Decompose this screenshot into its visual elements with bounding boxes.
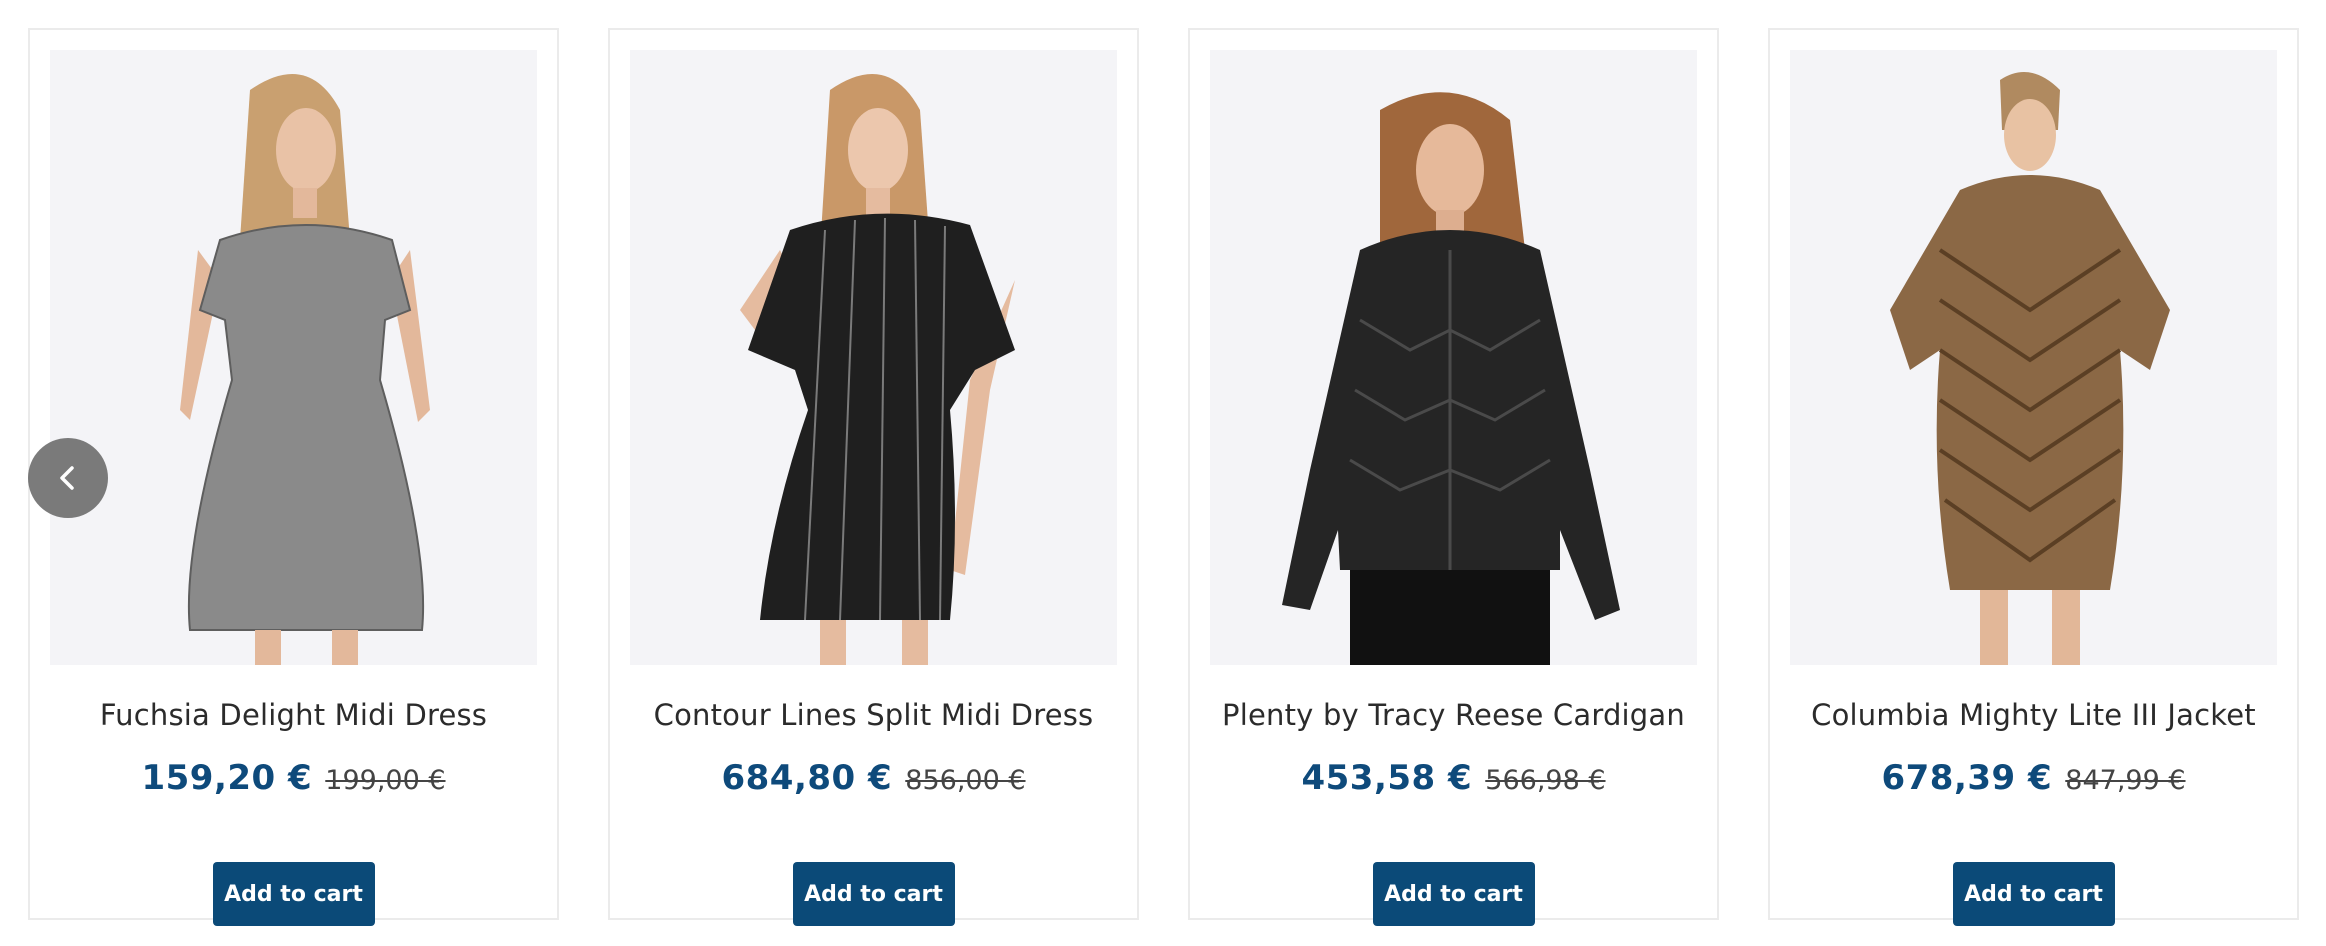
add-to-cart-button[interactable]: Add to cart bbox=[212, 862, 375, 926]
add-to-cart-button[interactable]: Add to cart bbox=[1372, 862, 1535, 926]
product-title[interactable]: Plenty by Tracy Reese Cardigan bbox=[1190, 698, 1717, 732]
jacket-image bbox=[1210, 50, 1697, 665]
product-card: Plenty by Tracy Reese Cardigan 453,58 € … bbox=[1188, 28, 1719, 926]
fur-coat-image bbox=[1790, 50, 2277, 665]
original-price: 566,98 € bbox=[1485, 765, 1606, 796]
dress-image bbox=[50, 50, 537, 665]
carousel-prev-button[interactable] bbox=[28, 438, 108, 518]
product-image[interactable] bbox=[630, 50, 1117, 665]
sale-price: 678,39 € bbox=[1881, 758, 2053, 798]
sale-price: 453,58 € bbox=[1301, 758, 1473, 798]
product-title[interactable]: Columbia Mighty Lite III Jacket bbox=[1770, 698, 2297, 732]
product-title[interactable]: Contour Lines Split Midi Dress bbox=[610, 698, 1137, 732]
product-image[interactable] bbox=[1790, 50, 2277, 665]
price-row: 684,80 € 856,00 € bbox=[610, 758, 1137, 798]
product-image[interactable] bbox=[50, 50, 537, 665]
original-price: 856,00 € bbox=[905, 765, 1026, 796]
product-carousel: Fuchsia Delight Midi Dress 159,20 € 199,… bbox=[0, 0, 2326, 946]
product-title[interactable]: Fuchsia Delight Midi Dress bbox=[30, 698, 557, 732]
price-row: 678,39 € 847,99 € bbox=[1770, 758, 2297, 798]
original-price: 847,99 € bbox=[2065, 765, 2186, 796]
product-card: Contour Lines Split Midi Dress 684,80 € … bbox=[608, 28, 1139, 926]
original-price: 199,00 € bbox=[325, 765, 446, 796]
sale-price: 684,80 € bbox=[721, 758, 893, 798]
product-card: Columbia Mighty Lite III Jacket 678,39 €… bbox=[1768, 28, 2299, 926]
dress-image bbox=[630, 50, 1117, 665]
add-to-cart-button[interactable]: Add to cart bbox=[792, 862, 955, 926]
price-row: 159,20 € 199,00 € bbox=[30, 758, 557, 798]
product-image[interactable] bbox=[1210, 50, 1697, 665]
add-to-cart-button[interactable]: Add to cart bbox=[1952, 862, 2115, 926]
chevron-left-icon bbox=[60, 466, 74, 490]
sale-price: 159,20 € bbox=[141, 758, 313, 798]
price-row: 453,58 € 566,98 € bbox=[1190, 758, 1717, 798]
